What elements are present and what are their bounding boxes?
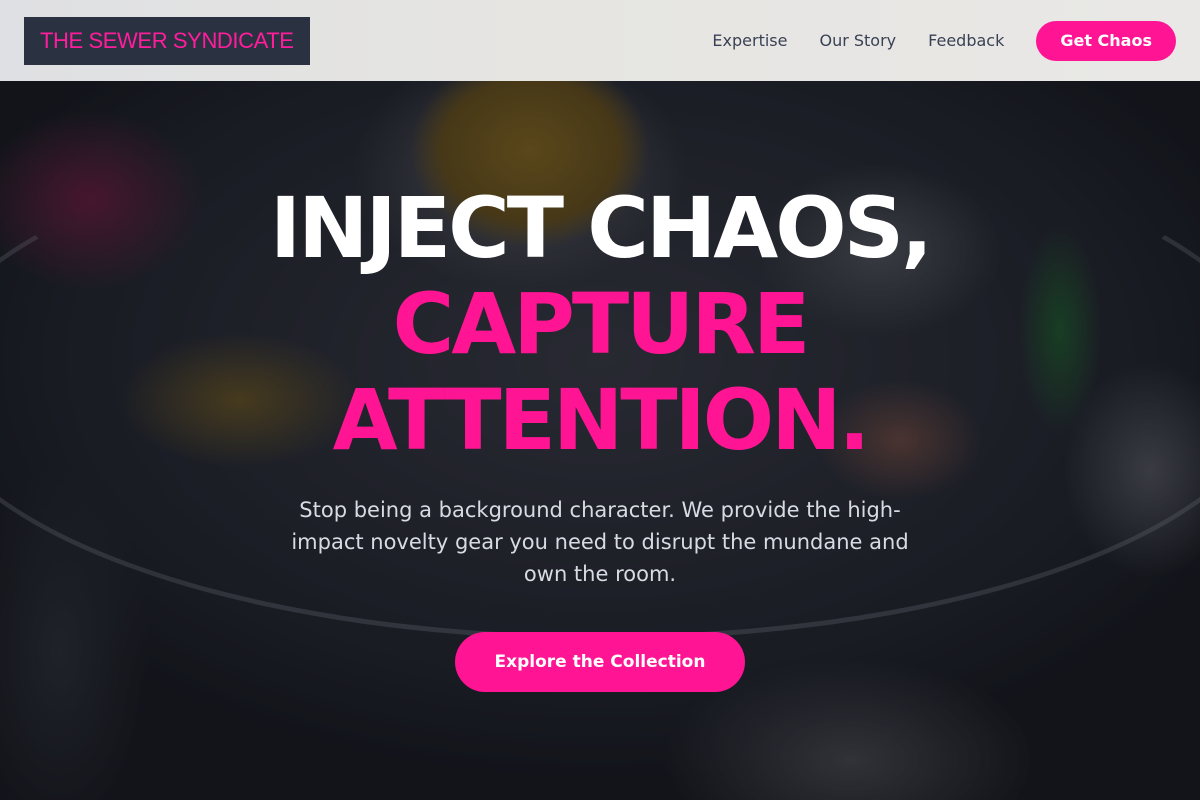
hero-section: INJECT CHAOS, CAPTURE ATTENTION. Stop be… (0, 180, 1200, 692)
nav-link-feedback[interactable]: Feedback (928, 31, 1004, 50)
headline-line-1: INJECT CHAOS, (269, 179, 933, 277)
nav-link-our-story[interactable]: Our Story (819, 31, 896, 50)
hero-subtext: Stop being a background character. We pr… (291, 498, 909, 586)
nav-links: Expertise Our Story Feedback Get Chaos (680, 20, 1176, 61)
explore-collection-button[interactable]: Explore the Collection (454, 632, 746, 692)
hero-headline: INJECT CHAOS, CAPTURE ATTENTION. (269, 179, 933, 469)
headline-line-2: CAPTURE (392, 275, 811, 373)
get-chaos-button[interactable]: Get Chaos (1036, 20, 1176, 61)
headline-line-3: ATTENTION. (332, 371, 871, 469)
navbar: THE SEWER SYNDICATE Expertise Our Story … (0, 0, 1200, 81)
site-logo[interactable]: THE SEWER SYNDICATE (24, 16, 310, 65)
nav-link-expertise[interactable]: Expertise (712, 31, 787, 50)
